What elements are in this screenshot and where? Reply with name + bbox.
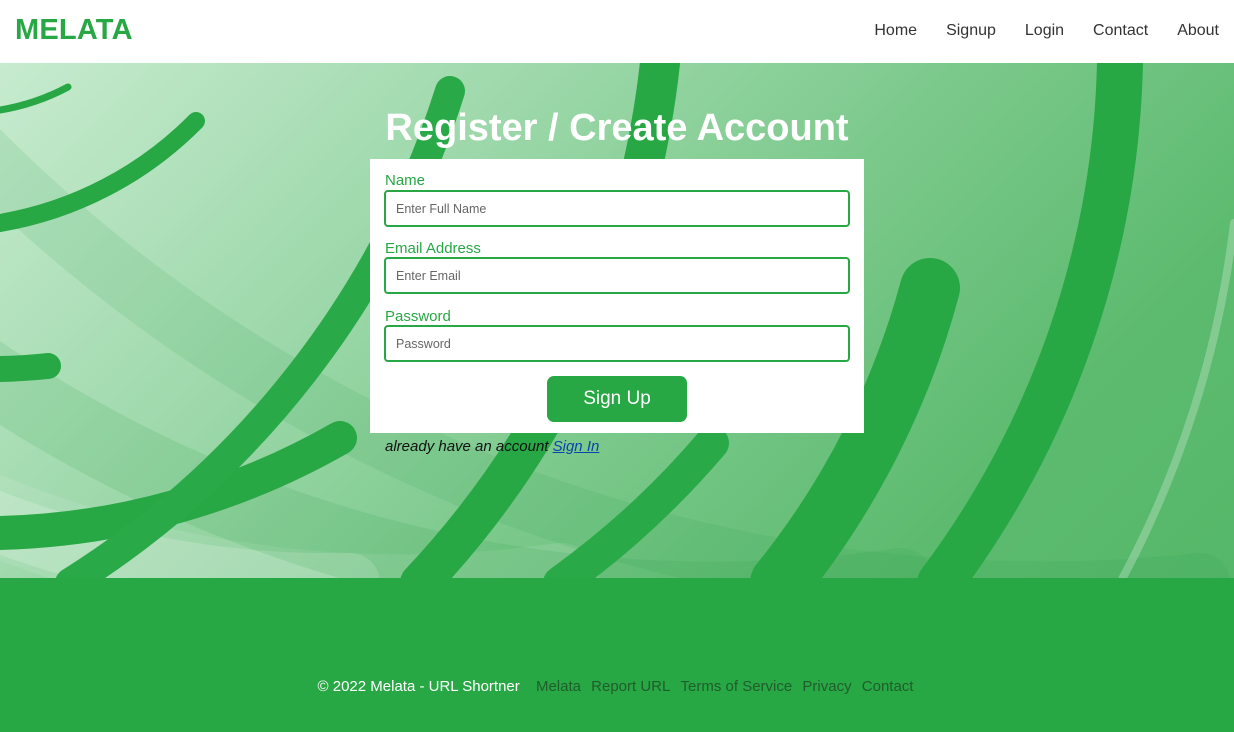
nav-contact-link[interactable]: Contact	[1093, 22, 1148, 40]
nav-signup-link[interactable]: Signup	[946, 22, 996, 40]
site-footer: © 2022 Melata - URL Shortner Melata Repo…	[0, 578, 1234, 732]
footer-link-report-url[interactable]: Report URL	[591, 678, 670, 695]
hero-section: Register / Create Account Name Email Add…	[0, 63, 1234, 578]
password-label: Password	[385, 308, 451, 325]
password-input[interactable]	[384, 325, 850, 362]
sign-in-link[interactable]: Sign In	[553, 438, 600, 455]
nav-login-link[interactable]: Login	[1025, 22, 1064, 40]
email-input[interactable]	[384, 257, 850, 294]
top-navbar: MELATA Home Signup Login Contact About	[0, 0, 1234, 63]
nav-home-link[interactable]: Home	[874, 22, 917, 40]
copyright-text: © 2022 Melata - URL Shortner	[317, 678, 520, 695]
nav-about-link[interactable]: About	[1177, 22, 1219, 40]
name-label: Name	[385, 172, 426, 189]
signup-form: Name Email Address Password Sign Up	[370, 159, 864, 433]
footer-link-melata[interactable]: Melata	[536, 678, 581, 695]
footer-bar: © 2022 Melata - URL Shortner Melata Repo…	[0, 678, 1234, 695]
footer-link-contact[interactable]: Contact	[862, 678, 914, 695]
main-nav: Home Signup Login Contact About	[845, 22, 1219, 40]
footer-link-terms[interactable]: Terms of Service	[681, 678, 793, 695]
email-label: Email Address	[385, 240, 481, 257]
name-input[interactable]	[384, 190, 850, 227]
signin-prompt: already have an account Sign In	[385, 438, 599, 455]
footer-link-privacy[interactable]: Privacy	[802, 678, 851, 695]
brand-logo[interactable]: MELATA	[15, 14, 133, 47]
sign-up-button[interactable]: Sign Up	[547, 376, 687, 422]
page-title: Register / Create Account	[385, 107, 849, 149]
signin-prompt-text: already have an account	[385, 438, 549, 455]
